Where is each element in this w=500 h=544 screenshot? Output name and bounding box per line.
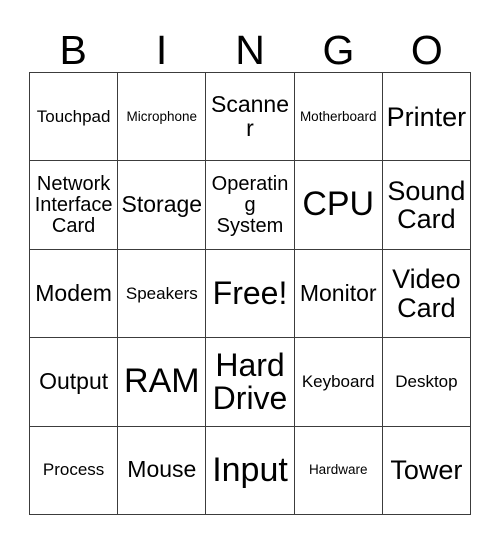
bingo-cell[interactable]: RAM xyxy=(118,338,207,427)
bingo-grid: Touchpad Microphone Scanner Motherboard … xyxy=(29,72,472,516)
free-space-label: Free! xyxy=(212,274,288,311)
bingo-cell[interactable]: Speakers xyxy=(118,249,207,339)
header-letter-o: O xyxy=(410,27,443,73)
bingo-cell[interactable]: Desktop xyxy=(382,338,472,427)
header-letter-i: I xyxy=(155,27,168,73)
bingo-cell-label: Storage xyxy=(121,191,203,218)
header-letter-b: B xyxy=(59,27,87,73)
bingo-cell[interactable]: Video Card xyxy=(382,249,472,339)
bingo-cell-label: Microphone xyxy=(126,108,198,124)
bingo-cell-label: Network Interface Card xyxy=(34,172,113,237)
bingo-cell-label: Process xyxy=(42,460,105,480)
bingo-cell-label: Desktop xyxy=(395,372,458,392)
bingo-cell-free[interactable]: Free! xyxy=(206,249,295,339)
bingo-cell[interactable]: Mouse xyxy=(118,426,207,516)
bingo-cell[interactable]: Hard Drive xyxy=(206,338,295,427)
bingo-cell[interactable]: Hardware xyxy=(294,426,383,516)
bingo-cell[interactable]: Network Interface Card xyxy=(30,161,119,250)
bingo-cell-label: Video Card xyxy=(392,264,461,323)
bingo-cell-label: Tower xyxy=(390,455,463,486)
bingo-cell[interactable]: Printer xyxy=(382,73,472,162)
bingo-cell-label: Monitor xyxy=(299,279,377,306)
bingo-cell-label: RAM xyxy=(124,362,200,401)
bingo-cell-label: Motherboard xyxy=(299,108,377,124)
bingo-cell[interactable]: Input xyxy=(206,426,295,516)
bingo-cell-label: Keyboard xyxy=(301,372,375,392)
bingo-cell-label: Output xyxy=(39,367,109,394)
bingo-cell-label: Modem xyxy=(35,279,112,306)
bingo-row: Process Mouse Input Hardware Tower xyxy=(30,426,472,516)
bingo-cell[interactable]: Touchpad xyxy=(30,73,119,162)
bingo-header: B I N G O xyxy=(29,14,471,72)
bingo-row: Network Interface Card Storage Operating… xyxy=(30,161,472,250)
bingo-cell[interactable]: Tower xyxy=(382,426,472,516)
bingo-row: Modem Speakers Free! Monitor Video Card xyxy=(30,249,472,339)
bingo-cell[interactable]: CPU xyxy=(294,161,383,250)
bingo-cell[interactable]: Process xyxy=(30,426,119,516)
bingo-card: B I N G O Touchpad Microphone Scanner Mo… xyxy=(0,0,500,544)
bingo-cell[interactable]: Sound Card xyxy=(382,161,472,250)
bingo-cell-label: Mouse xyxy=(127,456,197,483)
bingo-cell-label: Hard Drive xyxy=(212,346,288,416)
bingo-cell[interactable]: Storage xyxy=(118,161,207,250)
bingo-cell-label: Sound Card xyxy=(387,176,466,235)
bingo-cell[interactable]: Operating System xyxy=(206,161,295,250)
bingo-cell-label: Touchpad xyxy=(36,106,111,126)
bingo-cell-label: Operating System xyxy=(211,172,289,237)
bingo-cell[interactable]: Monitor xyxy=(294,249,383,339)
header-letter-n: N xyxy=(235,27,265,73)
bingo-row: Output RAM Hard Drive Keyboard Desktop xyxy=(30,338,472,427)
bingo-cell-label: Speakers xyxy=(125,283,198,303)
bingo-cell[interactable]: Microphone xyxy=(118,73,207,162)
bingo-cell-label: Input xyxy=(212,450,288,489)
bingo-cell-label: Scanner xyxy=(211,90,290,141)
bingo-cell-label: Hardware xyxy=(308,462,368,478)
header-letter-g: G xyxy=(322,27,355,73)
bingo-row: Touchpad Microphone Scanner Motherboard … xyxy=(30,73,472,162)
bingo-cell[interactable]: Motherboard xyxy=(294,73,383,162)
bingo-cell[interactable]: Modem xyxy=(30,249,119,339)
bingo-cell[interactable]: Output xyxy=(30,338,119,427)
bingo-cell[interactable]: Keyboard xyxy=(294,338,383,427)
bingo-cell-label: Printer xyxy=(386,101,467,132)
bingo-cell-label: CPU xyxy=(302,185,375,224)
bingo-cell[interactable]: Scanner xyxy=(206,73,295,162)
